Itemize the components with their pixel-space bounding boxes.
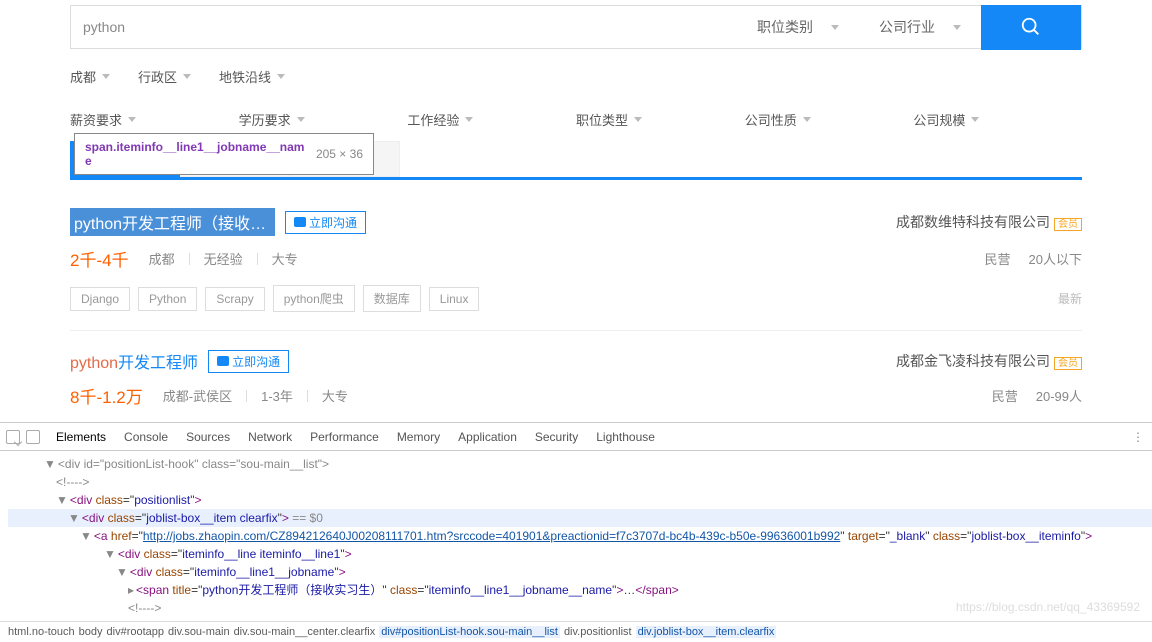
chevron-down-icon bbox=[953, 25, 961, 30]
skill-tag[interactable]: Python bbox=[138, 287, 197, 311]
chat-button[interactable]: 立即沟通 bbox=[285, 211, 366, 234]
industry-dropdown[interactable]: 公司行业 bbox=[859, 17, 981, 37]
chevron-down-icon bbox=[831, 25, 839, 30]
corp-info: 民营20人以下 bbox=[985, 249, 1082, 268]
tooltip-selector: span.iteminfo__line1__jobname__name bbox=[85, 140, 308, 168]
search-bar: 职位类别 公司行业 bbox=[70, 5, 1082, 49]
loc-metro[interactable]: 地铁沿线 bbox=[219, 67, 285, 86]
chevron-down-icon bbox=[803, 117, 811, 122]
devtools-panel: Elements Console Sources Network Perform… bbox=[0, 422, 1152, 642]
filter-jobtype[interactable]: 职位类型 bbox=[576, 110, 745, 129]
loc-city[interactable]: 成都 bbox=[70, 67, 110, 86]
loc-district[interactable]: 行政区 bbox=[138, 67, 191, 86]
devtools-toolbar: Elements Console Sources Network Perform… bbox=[0, 423, 1152, 451]
company-name[interactable]: 成都数维特科技有限公司会员 bbox=[896, 212, 1082, 232]
chevron-down-icon bbox=[102, 74, 110, 79]
skill-tag[interactable]: python爬虫 bbox=[273, 285, 355, 312]
more-icon[interactable]: ⋮ bbox=[1132, 430, 1146, 444]
search-icon bbox=[1020, 16, 1042, 38]
dt-tab-application[interactable]: Application bbox=[458, 430, 517, 444]
chevron-down-icon bbox=[183, 74, 191, 79]
latest-badge: 最新 bbox=[1058, 290, 1082, 307]
job-list: python开发工程师（接收实习... 立即沟通 成都数维特科技有限公司会员 2… bbox=[70, 180, 1082, 422]
dt-tab-sources[interactable]: Sources bbox=[186, 430, 230, 444]
company-name[interactable]: 成都金飞凌科技有限公司会员 bbox=[896, 351, 1082, 371]
job-title[interactable]: python开发工程师 bbox=[70, 349, 198, 373]
filter-companysize[interactable]: 公司规模 bbox=[913, 110, 1082, 129]
filter-companytype[interactable]: 公司性质 bbox=[745, 110, 914, 129]
skill-tag[interactable]: Linux bbox=[429, 287, 480, 311]
corp-info: 民营20-99人 bbox=[992, 386, 1082, 405]
chat-icon bbox=[217, 356, 229, 366]
chevron-down-icon bbox=[634, 117, 642, 122]
chat-button[interactable]: 立即沟通 bbox=[208, 350, 289, 373]
dt-tab-console[interactable]: Console bbox=[124, 430, 168, 444]
chevron-down-icon bbox=[297, 117, 305, 122]
chevron-down-icon bbox=[277, 74, 285, 79]
dt-tab-security[interactable]: Security bbox=[535, 430, 578, 444]
watermark: https://blog.csdn.net/qq_43369592 bbox=[956, 600, 1140, 614]
inspect-icon[interactable] bbox=[6, 430, 20, 444]
job-meta: 成都-武侯区 bbox=[163, 386, 232, 405]
dt-tab-performance[interactable]: Performance bbox=[310, 430, 379, 444]
filter-experience[interactable]: 工作经验 bbox=[407, 110, 576, 129]
dt-tab-lighthouse[interactable]: Lighthouse bbox=[596, 430, 655, 444]
filter-education[interactable]: 学历要求 bbox=[239, 110, 408, 129]
job-meta: 大专 bbox=[322, 386, 348, 405]
member-badge: 会员 bbox=[1054, 218, 1082, 231]
location-filters: 成都 行政区 地铁沿线 bbox=[70, 49, 1082, 98]
chat-icon bbox=[294, 217, 306, 227]
salary: 2千-4千 bbox=[70, 246, 129, 271]
dt-tab-elements[interactable]: Elements bbox=[56, 430, 106, 444]
job-title[interactable]: python开发工程师（接收实习... bbox=[70, 208, 275, 236]
job-category-dropdown[interactable]: 职位类别 bbox=[737, 17, 859, 37]
dt-tab-memory[interactable]: Memory bbox=[397, 430, 440, 444]
chevron-down-icon bbox=[128, 117, 136, 122]
inspector-tooltip: span.iteminfo__line1__jobname__name 205 … bbox=[74, 133, 374, 175]
selected-node[interactable]: ▼<div class="joblist-box__item clearfix"… bbox=[8, 509, 1152, 527]
breadcrumb[interactable]: html.no-touch body div#rootapp div.sou-m… bbox=[0, 621, 1152, 642]
chevron-down-icon bbox=[465, 117, 473, 122]
job-meta: 1-3年 bbox=[261, 386, 293, 405]
tooltip-dims: 205 × 36 bbox=[308, 147, 363, 161]
job-card[interactable]: python开发工程师 立即沟通 成都金飞凌科技有限公司会员 8千-1.2万 成… bbox=[70, 331, 1082, 412]
chevron-down-icon bbox=[971, 117, 979, 122]
search-button[interactable] bbox=[981, 5, 1081, 50]
dt-tab-network[interactable]: Network bbox=[248, 430, 292, 444]
salary: 8千-1.2万 bbox=[70, 383, 143, 408]
job-meta: 大专 bbox=[272, 249, 298, 268]
skill-tag[interactable]: Scrapy bbox=[205, 287, 264, 311]
search-input[interactable] bbox=[71, 19, 737, 35]
device-icon[interactable] bbox=[26, 430, 40, 444]
skill-tag[interactable]: 数据库 bbox=[363, 285, 421, 312]
skill-tag[interactable]: Django bbox=[70, 287, 130, 311]
filter-salary[interactable]: 薪资要求 bbox=[70, 110, 239, 129]
job-meta: 成都 bbox=[149, 249, 175, 268]
member-badge: 会员 bbox=[1054, 357, 1082, 370]
elements-tree[interactable]: ▼<div id="positionList-hook" class="sou-… bbox=[0, 451, 1152, 621]
job-meta: 无经验 bbox=[204, 249, 243, 268]
job-card[interactable]: python开发工程师（接收实习... 立即沟通 成都数维特科技有限公司会员 2… bbox=[70, 190, 1082, 331]
